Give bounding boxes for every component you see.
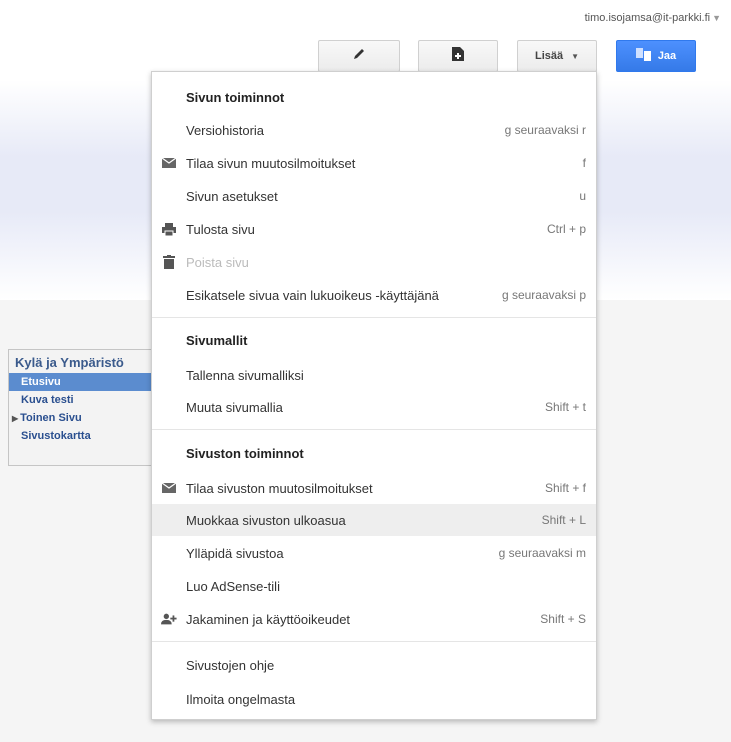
account-caret-icon: ▼ [712,13,721,23]
menu-item-create-adsense-account[interactable]: Luo AdSense-tili [152,570,596,602]
menu-item-save-as-template[interactable]: Tallenna sivumalliksi [152,359,596,391]
menu-item-label: Tallenna sivumalliksi [186,367,304,383]
menu-item-sharing-permissions[interactable]: Jakaminen ja käyttöoikeudet Shift + S [152,603,596,635]
pencil-icon [352,47,366,66]
print-icon [161,221,177,237]
share-label: Jaa [657,50,677,62]
menu-item-change-template[interactable]: Muuta sivumallia Shift + t [152,391,596,423]
share-icon [635,47,652,65]
account-menu[interactable]: timo.isojamsa@it-parkki.fi ▼ [585,12,721,24]
menu-item-shortcut: Shift + t [544,400,586,414]
menu-item-shortcut: f [582,156,586,170]
site-navigation: Kylä ja Ympäristö Etusivu Kuva testi ▶ To… [8,349,158,466]
menu-item-label: Versiohistoria [186,122,265,138]
expand-arrow-icon[interactable]: ▶ [12,414,18,423]
menu-item-shortcut: Shift + L [541,513,586,527]
menu-separator [152,641,596,642]
menu-item-label: Esikatsele sivua vain lukuoikeus -käyttä… [186,287,439,303]
mail-icon [161,155,177,171]
menu-item-preview-as-viewer[interactable]: Esikatsele sivua vain lukuoikeus -käyttä… [152,279,596,311]
menu-item-delete-page[interactable]: Poista sivu [152,246,596,278]
account-email: timo.isojamsa@it-parkki.fi [584,12,711,24]
menu-item-label: Muuta sivumallia [186,399,283,415]
menu-item-shortcut: Ctrl + p [546,222,586,236]
menu-item-label: Jakaminen ja käyttöoikeudet [186,611,351,627]
nav-item-kuva-testi[interactable]: Kuva testi [9,391,157,409]
section-title-site-actions: Sivuston toiminnot [186,446,304,461]
new-page-icon [452,46,464,66]
new-page-button[interactable] [418,40,498,72]
more-label: Lisää [534,50,564,62]
menu-item-page-settings[interactable]: Sivun asetukset u [152,180,596,212]
nav-item-label: Toinen Sivu [20,412,82,424]
menu-item-label: Ilmoita ongelmasta [186,691,296,707]
menu-item-label: Tulosta sivu [186,221,255,237]
menu-item-label: Sivustojen ohje [186,657,275,673]
menu-item-label: Ylläpidä sivustoa [186,545,284,561]
nav-item-toinen-sivu[interactable]: ▶ Toinen Sivu [9,409,157,427]
more-button[interactable]: Lisää ▼ [517,40,597,72]
menu-item-edit-site-layout[interactable]: Muokkaa sivuston ulkoasua Shift + L [152,504,596,536]
menu-item-shortcut: g seuraavaksi m [498,546,586,560]
menu-item-manage-site[interactable]: Ylläpidä sivustoa g seuraavaksi m [152,537,596,569]
menu-item-shortcut: Shift + S [540,612,586,626]
nav-item-sivustokartta[interactable]: Sivustokartta [9,427,157,445]
menu-item-label: Tilaa sivun muutosilmoitukset [186,155,356,171]
share-button[interactable]: Jaa [616,40,696,72]
more-actions-menu: Sivun toiminnot Versiohistoria g seuraav… [151,71,597,720]
menu-item-sites-help[interactable]: Sivustojen ohje [152,649,596,681]
menu-item-shortcut: g seuraavaksi r [504,123,586,137]
menu-item-shortcut: g seuraavaksi p [501,288,586,302]
menu-separator [152,429,596,430]
menu-item-label: Tilaa sivuston muutosilmoitukset [186,480,373,496]
menu-separator [152,317,596,318]
menu-item-shortcut: u [579,189,586,203]
menu-item-label: Muokkaa sivuston ulkoasua [186,512,346,528]
add-person-icon [161,611,177,627]
menu-item-label: Sivun asetukset [186,188,278,204]
menu-item-report-problem[interactable]: Ilmoita ongelmasta [152,683,596,715]
menu-item-label: Luo AdSense-tili [186,578,280,594]
section-title-page-templates: Sivumallit [186,333,248,348]
menu-item-subscribe-site-changes[interactable]: Tilaa sivuston muutosilmoitukset Shift +… [152,472,596,504]
edit-page-button[interactable] [318,40,400,72]
trash-icon [161,254,177,270]
section-title-page-actions: Sivun toiminnot [186,90,285,105]
top-bar: timo.isojamsa@it-parkki.fi ▼ Lisää ▼ Jaa [0,0,731,80]
mail-icon [161,480,177,496]
menu-item-version-history[interactable]: Versiohistoria g seuraavaksi r [152,114,596,146]
menu-item-subscribe-page-changes[interactable]: Tilaa sivun muutosilmoitukset f [152,147,596,179]
site-nav-title: Kylä ja Ympäristö [15,355,124,370]
menu-item-print-page[interactable]: Tulosta sivu Ctrl + p [152,213,596,245]
menu-item-label: Poista sivu [186,254,249,270]
chevron-down-icon: ▼ [571,51,580,61]
nav-item-etusivu[interactable]: Etusivu [9,373,157,391]
menu-item-shortcut: Shift + f [544,481,586,495]
